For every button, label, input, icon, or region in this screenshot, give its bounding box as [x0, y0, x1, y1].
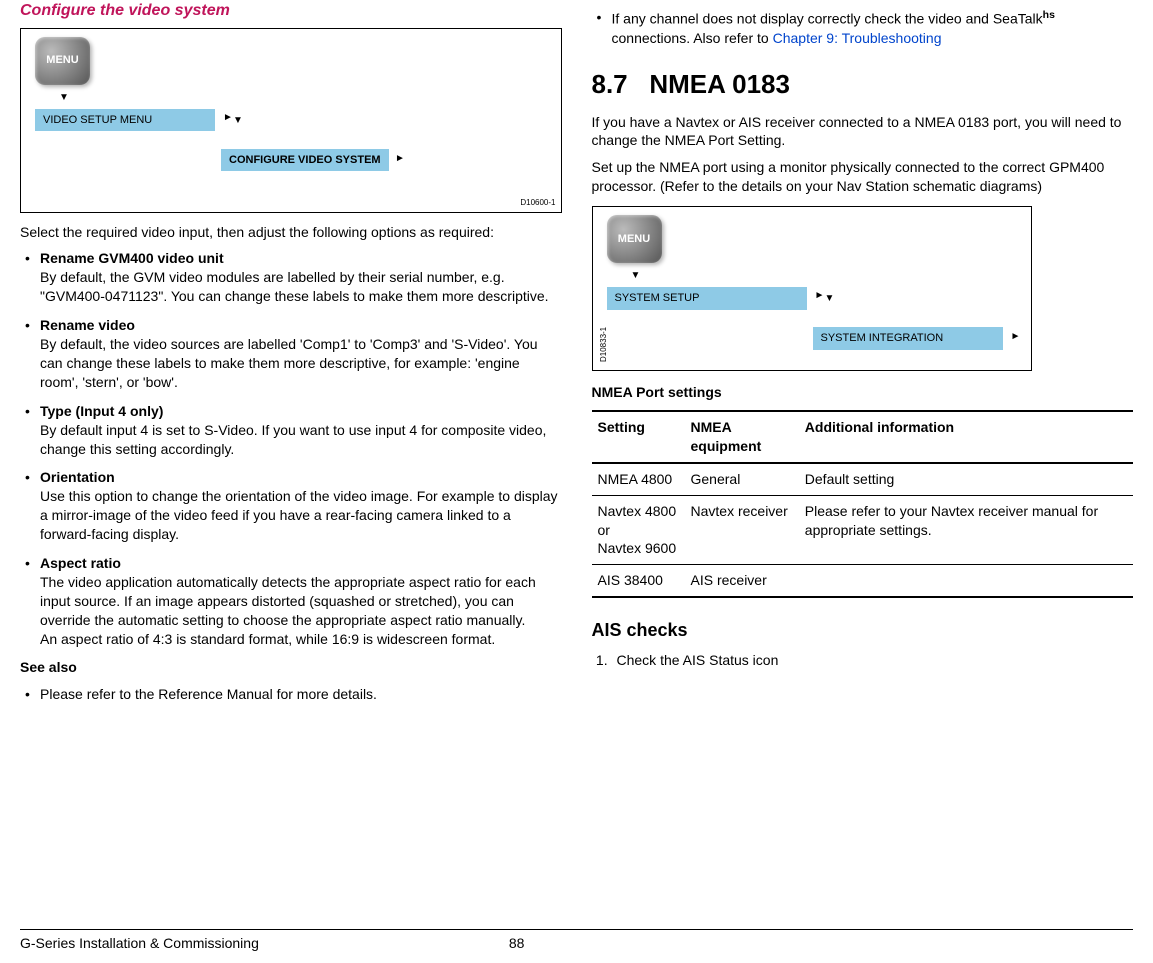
table-cell: NMEA 4800 [592, 463, 685, 495]
para-2: Set up the NMEA port using a monitor phy… [592, 158, 1134, 196]
list-item: Please refer to the Reference Manual for… [20, 685, 562, 704]
heading-nmea: 8.7 NMEA 0183 [592, 67, 1134, 102]
nmea-settings-table: Setting NMEA equipment Additional inform… [592, 410, 1134, 598]
list-item: Check the AIS Status icon [612, 651, 1134, 670]
diagram-nmea: MENU ▼ SYSTEM SETUP ► ▼ SYSTEM INTEGRATI… [592, 206, 1032, 371]
section-title: Configure the video system [20, 0, 562, 22]
table-cell: AIS 38400 [592, 565, 685, 597]
item-title: Orientation [40, 469, 115, 485]
bullet-text-1: If any channel does not display correctl… [612, 11, 1043, 27]
superscript-hs: hs [1043, 9, 1055, 21]
para-1: If you have a Navtex or AIS receiver con… [592, 113, 1134, 151]
table-row: AIS 38400 AIS receiver [592, 565, 1134, 597]
arrow-right-icon: ► [815, 289, 825, 303]
footer-title: G-Series Installation & Commissioning [20, 934, 259, 953]
page-number: 88 [509, 934, 525, 953]
heading-number: 8.7 [592, 69, 628, 99]
arrow-down-icon: ▼ [59, 91, 69, 105]
item-body: By default, the GVM video modules are la… [40, 269, 549, 304]
arrow-down-icon: ▼ [631, 269, 641, 283]
right-column: If any channel does not display correctl… [592, 0, 1134, 714]
page-footer: G-Series Installation & Commissioning 88 [20, 929, 1133, 953]
list-item: Rename video By default, the video source… [20, 316, 562, 392]
menu-box-system-integration: SYSTEM INTEGRATION [813, 327, 1003, 350]
heading-title: NMEA 0183 [649, 69, 790, 99]
item-body: The video application automatically dete… [40, 574, 536, 647]
menu-box-configure-video: CONFIGURE VIDEO SYSTEM [221, 149, 389, 172]
left-column: Configure the video system MENU ▼ VIDEO … [20, 0, 562, 714]
table-title: NMEA Port settings [592, 383, 1134, 402]
table-header: Setting [592, 411, 685, 463]
table-header: NMEA equipment [685, 411, 799, 463]
arrow-down-icon: ▼ [825, 292, 835, 306]
table-cell: Please refer to your Navtex receiver man… [799, 495, 1133, 565]
item-title: Type (Input 4 only) [40, 403, 163, 419]
list-item: Rename GVM400 video unit By default, the … [20, 249, 562, 306]
arrow-right-icon: ► [223, 111, 233, 125]
item-body: By default input 4 is set to S-Video. If… [40, 422, 546, 457]
table-row: Navtex 4800 or Navtex 9600 Navtex receiv… [592, 495, 1134, 565]
item-title: Rename GVM400 video unit [40, 250, 224, 266]
table-row: NMEA 4800 General Default setting [592, 463, 1134, 495]
ais-checks-list: Check the AIS Status icon [612, 651, 1134, 670]
see-also-list: Please refer to the Reference Manual for… [20, 685, 562, 704]
diagram-id: D10833-1 [599, 327, 610, 362]
item-title: Rename video [40, 317, 135, 333]
list-item: Aspect ratio The video application automa… [20, 554, 562, 648]
menu-box-system-setup: SYSTEM SETUP [607, 287, 807, 310]
diagram-id: D10600-1 [520, 198, 555, 209]
menu-box-video-setup: VIDEO SETUP MENU [35, 109, 215, 132]
intro-text: Select the required video input, then ad… [20, 223, 562, 242]
table-cell: AIS receiver [685, 565, 799, 597]
bullet-text-2: connections. Also refer to [612, 30, 773, 46]
right-top-list: If any channel does not display correctl… [592, 8, 1134, 47]
arrow-down-icon: ▼ [233, 114, 243, 128]
menu-button-icon: MENU [607, 215, 662, 263]
arrow-right-icon: ► [395, 152, 405, 166]
heading-ais-checks: AIS checks [592, 618, 1134, 642]
table-cell [799, 565, 1133, 597]
table-cell: Navtex receiver [685, 495, 799, 565]
table-cell: General [685, 463, 799, 495]
item-title: Aspect ratio [40, 555, 121, 571]
list-item: If any channel does not display correctl… [592, 8, 1134, 47]
arrow-right-icon: ► [1011, 330, 1021, 344]
item-body: Use this option to change the orientatio… [40, 488, 558, 542]
link-troubleshooting[interactable]: Chapter 9: Troubleshooting [773, 30, 942, 46]
diagram-configure-video: MENU ▼ VIDEO SETUP MENU ► ▼ CONFIGURE VI… [20, 28, 562, 213]
list-item: Orientation Use this option to change the… [20, 468, 562, 544]
table-cell: Default setting [799, 463, 1133, 495]
menu-button-icon: MENU [35, 37, 90, 85]
options-list: Rename GVM400 video unit By default, the … [20, 249, 562, 648]
item-body: By default, the video sources are labell… [40, 336, 538, 390]
list-item: Type (Input 4 only) By default input 4 is… [20, 402, 562, 459]
table-cell: Navtex 4800 or Navtex 9600 [592, 495, 685, 565]
see-also-heading: See also [20, 658, 562, 677]
table-header: Additional information [799, 411, 1133, 463]
